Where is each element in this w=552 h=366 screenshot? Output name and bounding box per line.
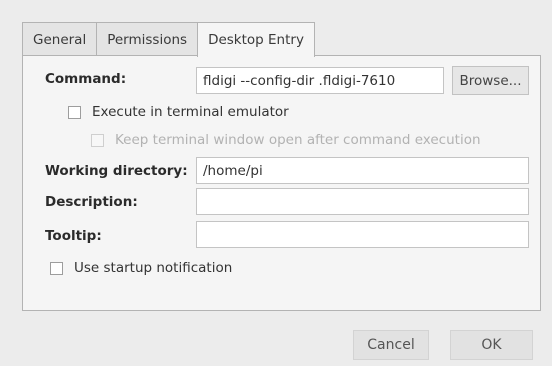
keep-terminal-open-label: Keep terminal window open after command … (115, 132, 481, 148)
ok-button[interactable]: OK (450, 330, 533, 360)
command-label: Command: (45, 71, 127, 87)
tab-bar: General Permissions Desktop Entry (22, 22, 315, 57)
startup-notification-checkbox[interactable] (50, 261, 63, 275)
tooltip-label: Tooltip: (45, 228, 102, 244)
description-field[interactable] (196, 188, 529, 215)
execute-in-terminal-checkbox[interactable] (68, 105, 81, 119)
tab-desktop-entry[interactable]: Desktop Entry (197, 22, 315, 57)
keep-terminal-open-checkbox (91, 133, 104, 147)
tab-permissions[interactable]: Permissions (96, 22, 199, 56)
execute-in-terminal-label: Execute in terminal emulator (92, 104, 289, 120)
desktop-entry-panel: Command: fldigi --config-dir .fldigi-761… (22, 55, 541, 311)
cancel-button[interactable]: Cancel (353, 330, 429, 360)
tooltip-field[interactable] (196, 221, 529, 248)
working-directory-label: Working directory: (45, 163, 188, 179)
description-label: Description: (45, 194, 138, 210)
keep-terminal-open-option: Keep terminal window open after command … (91, 132, 481, 148)
desktop-entry-dialog: General Permissions Desktop Entry Comman… (0, 0, 552, 366)
browse-button[interactable]: Browse... (452, 66, 529, 95)
command-field[interactable]: fldigi --config-dir .fldigi-7610 (196, 67, 444, 94)
working-directory-field[interactable]: /home/pi (196, 157, 529, 184)
startup-notification-option[interactable]: Use startup notification (50, 260, 232, 276)
execute-in-terminal-option[interactable]: Execute in terminal emulator (68, 104, 289, 120)
startup-notification-label: Use startup notification (74, 260, 233, 276)
tab-general[interactable]: General (22, 22, 98, 56)
